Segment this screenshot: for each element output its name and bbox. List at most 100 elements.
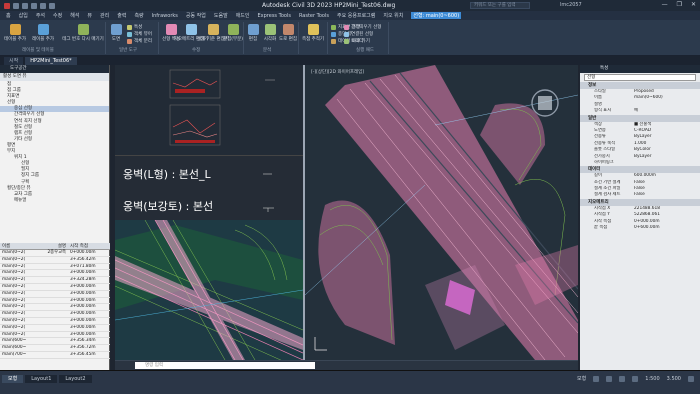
add-label-button[interactable]: 레이블 추가 [32,24,54,42]
property-row[interactable]: 형식 표시 예 [580,108,700,114]
property-value[interactable]: 0+600.00m [632,225,700,231]
table-row[interactable]: main(600~ 3+356.72m [0,345,110,352]
tree-node[interactable]: 메뉴얼 [0,198,109,204]
ribbon-tab[interactable]: 측량 [134,12,143,19]
table-row[interactable]: main(600~ 3+356.34m [0,338,110,346]
viewport-profile[interactable] [115,65,303,155]
road-edit-button[interactable]: 도로 편집 [279,24,297,42]
model-space-toggle[interactable]: 모형 [577,375,586,382]
ribbon-tab[interactable]: 관리 [100,12,109,19]
drawing-button[interactable]: 도면 [109,24,123,42]
ribbon-tab[interactable]: Express Tools [258,13,291,19]
maximize-button[interactable]: ❐ [677,1,682,8]
minimize-button[interactable]: — [662,1,668,8]
table-row[interactable]: main(0~2(3+000.00m [0,332,110,339]
annotation-scale[interactable]: 1:500 [645,376,659,382]
toreader-button[interactable]: 토리더 [344,38,363,44]
ribbon-tab[interactable]: 공동 작업 [186,12,206,19]
table-row[interactable]: main(700~ 3+356.45m [0,352,110,359]
snap-icon[interactable] [606,375,613,382]
toolspace-tab[interactable]: 활성 도면 뷰 [0,73,109,81]
ribbon-tab[interactable]: 주요 응용프로그램 [337,12,375,19]
ribbon-tab[interactable]: 선형: main(0~600) [411,12,462,19]
table-row[interactable]: main(0~2(3+000.00m [0,291,110,298]
property-section[interactable]: 정보 [580,82,700,89]
ribbon-tab[interactable]: Infraworks [152,13,178,19]
station-tracker-button[interactable]: 측점 추적기 [302,24,324,42]
ribbon-tab[interactable]: 도움말 [214,12,228,19]
property-value[interactable]: 예 [632,108,700,114]
column-header[interactable]: 이름 [0,243,30,249]
command-input[interactable]: 명령 입력 [135,362,315,369]
ortho-icon[interactable] [619,375,626,382]
ribbon-tab[interactable]: 홈 [6,12,11,19]
edit-partial-button[interactable]: 편집(부분) [222,24,244,42]
tab-start[interactable]: 시작 [4,57,24,65]
property-value[interactable] [632,160,700,166]
property-section[interactable]: 일반 [580,114,700,122]
add-table-button[interactable]: 테이블 추가 [4,24,26,42]
viewport-plan-small[interactable] [114,219,304,371]
open-icon[interactable] [22,2,28,9]
object-viewer-button[interactable]: 객체 뷰어 [127,31,152,37]
undo-icon[interactable] [40,2,46,9]
table-row[interactable]: main(0~2(3+071.80m [0,264,110,271]
property-row[interactable]: 설계 검사 세트 False [580,192,700,198]
ribbon-tab[interactable]: 삽입 [19,12,28,19]
customize-icon[interactable] [688,375,694,382]
redo-icon[interactable] [49,2,55,9]
column-header[interactable]: 설명 [30,243,68,249]
table-row[interactable]: main(0~2(3+000.00m [0,298,110,305]
properties-button[interactable]: 특성 [127,24,142,30]
osnap-icon[interactable] [632,375,639,382]
isolate-objects-button[interactable]: 객체 분리 [127,38,152,44]
table-cell [30,332,68,338]
app-menu-icon[interactable] [4,2,10,9]
ribbon-tab[interactable]: 해석 [70,12,79,19]
ribbon-tab[interactable]: 뷰 [87,12,92,19]
save-icon[interactable] [31,2,37,9]
property-row[interactable]: 끝 측점 0+600.00m [580,225,700,231]
table-row[interactable]: main(0~2(3+000.00m [0,325,110,332]
wall-label-l-type: 옹벽(L형) : 본선_L [123,168,211,181]
property-section[interactable]: 데이터 [580,166,700,174]
search-input[interactable]: 키워드 또는 구를 입력 [470,2,530,9]
ribbon-tab[interactable]: 애드인 [236,12,250,19]
tab-drawing[interactable]: HP2Mini_Test06* [25,57,77,65]
tab-layout2[interactable]: Layout2 [59,375,92,383]
ribbon-tab[interactable]: Raster Tools [299,13,329,19]
ribbon-tab[interactable]: 출력 [117,12,126,19]
viewport-plan-main[interactable]: [-][상단][2D 와이어프레임] [303,65,579,361]
renumber-tags-button[interactable]: 테그 번호 다시 매기기 [62,24,104,42]
table-row[interactable]: main(0~2(3+356.42m [0,257,110,264]
new-icon[interactable] [13,2,19,9]
table-row[interactable]: main(0~2(3+000.00m [0,318,110,325]
table-row[interactable]: main(0~2(3+000.00m [0,284,110,291]
offset-alignment-button[interactable]: 간격띄우기 선형 [344,24,381,30]
viewport-header[interactable]: [-][상단][2D 와이어프레임] [311,68,364,75]
viewport-legend[interactable]: 옹벽(L형) : 본선_L 옹벽(보강토) : 본선 [115,155,303,220]
tab-layout1[interactable]: Layout1 [25,375,58,383]
table-row[interactable]: main(0~2(2종우교측 0+000.00m [0,250,110,257]
column-header[interactable]: 시작 측점 [68,243,108,249]
design-criteria-button[interactable]: 설계 기준 편집기 [197,24,229,42]
tab-model[interactable]: 모형 [2,375,24,383]
property-value[interactable]: False [632,192,700,198]
property-section[interactable]: 지오메트리 [580,198,700,206]
table-row[interactable]: main(0~2(3+000.00m [0,270,110,278]
grid-icon[interactable] [593,375,600,382]
table-cell: 3+000.00m [70,283,96,289]
scale-value[interactable]: 3.500 [667,376,681,382]
table-row[interactable]: main(0~2(3+324.28m [0,277,110,284]
connected-alignment-button[interactable]: 연결된 선형 [344,31,373,37]
table-row[interactable]: main(0~2(3+000.00m [0,311,110,318]
analysis-edit-button[interactable]: 편집 [245,24,261,42]
table-row[interactable]: main(0~2(3+000.00m [0,304,110,312]
ribbon-tab[interactable]: 수정 [53,12,62,19]
ribbon-tab[interactable]: 주석 [36,12,45,19]
close-button[interactable]: ✕ [691,1,696,8]
ribbon-tab[interactable]: 지오 위치 [383,12,403,19]
user-name[interactable]: lmc2057 [560,2,582,8]
selection-dropdown[interactable]: 선형 [580,73,700,82]
visualize-button[interactable]: 시각화 [262,24,278,42]
